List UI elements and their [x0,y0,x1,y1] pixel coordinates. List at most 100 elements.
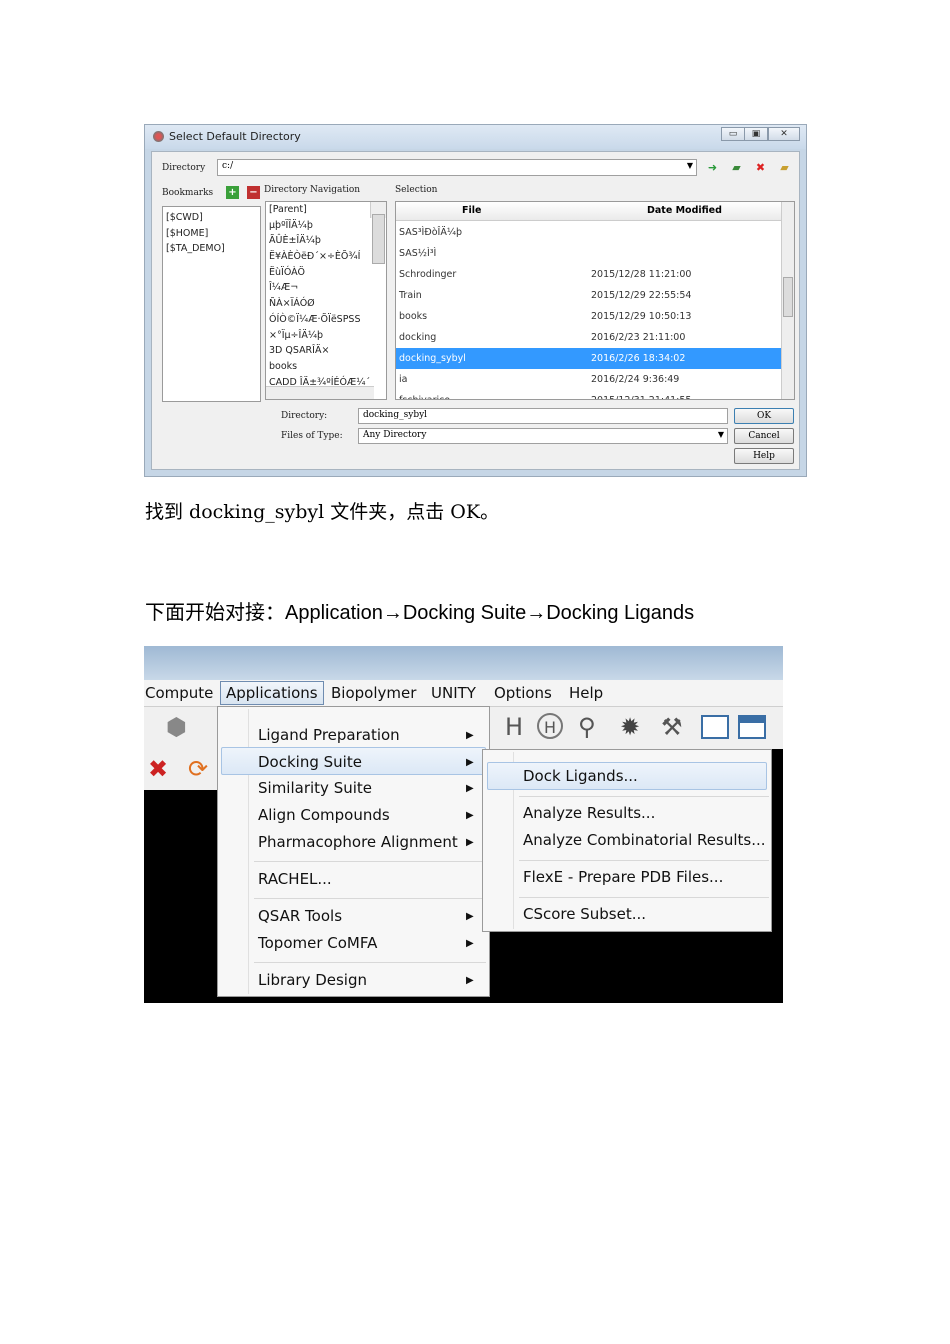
dirnav-item[interactable]: µþºÏÎÄ¼þ [266,218,386,234]
menu-item-flexe-prepare[interactable]: FlexE - Prepare PDB Files... [523,868,723,886]
new-folder-icon[interactable]: ▰ [730,161,743,174]
chevron-down-icon[interactable]: ▼ [687,161,693,170]
table-row[interactable]: docking 2016/2/23 21:11:00 [396,327,782,348]
refresh-icon[interactable]: ⟳ [188,755,208,783]
cancel-button[interactable]: Cancel [734,428,794,444]
table-header: File Date Modified [396,202,782,221]
menu-item-docking-suite[interactable]: Docking Suite [258,753,362,771]
menu-item-rachel[interactable]: RACHEL... [258,870,332,888]
dialog-title: Select Default Directory [169,130,301,143]
cube-icon[interactable]: ⬢ [166,713,187,741]
app-icon [153,131,164,142]
submenu-arrow-icon: ▶ [466,837,474,848]
add-bookmark-icon[interactable]: + [226,186,239,199]
menu-item-ligand-preparation[interactable]: Ligand Preparation [258,726,400,744]
directory-path-combo[interactable]: c:/ ▼ [217,159,697,176]
dirnav-item[interactable]: ÃÛÈ±ÎÄ¼þ [266,233,386,249]
dirnav-item[interactable]: ÑÀ×ÏÁÓØ [266,296,386,312]
menu-separator [254,861,486,862]
delete-icon[interactable]: ✖ [754,161,767,174]
files-of-type-value: Any Directory [363,430,427,440]
menu-separator [254,962,486,963]
table-row[interactable]: Schrodinger 2015/12/28 11:21:00 [396,264,782,285]
menu-unity[interactable]: UNITY [431,684,476,702]
menu-item-cscore-subset[interactable]: CScore Subset... [523,905,646,923]
close-icon[interactable]: ✕ [768,127,800,141]
menu-item-analyze-results[interactable]: Analyze Results... [523,804,655,822]
window-check-icon[interactable] [701,715,729,739]
dirnav-item[interactable]: Ë¥ÀÈÒëÐ´×÷ÈÕ¾Í [266,249,386,265]
column-header-file[interactable]: File [462,205,481,216]
chevron-down-icon[interactable]: ▼ [718,430,724,439]
files-of-type-select[interactable]: Any Directory ▼ [358,428,728,444]
column-header-date[interactable]: Date Modified [647,205,722,216]
selection-label: Selection [395,185,438,195]
instruction-line-1: 找到 docking_sybyl 文件夹，点击 OK。 [145,501,500,523]
scrollbar-thumb[interactable] [783,277,793,317]
back-arrow-icon[interactable]: ➜ [706,161,719,174]
table-row-selected[interactable]: docking_sybyl 2016/2/26 18:34:02 [396,348,782,369]
bond-icon[interactable]: ⚲ [578,713,596,741]
bookmark-item[interactable]: [$HOME] [163,226,260,242]
menu-item-pharmacophore-alignment[interactable]: Pharmacophore Alignment [258,833,458,851]
sybyl-menu-screenshot: Compute Applications Biopolymer UNITY Op… [144,646,783,1003]
directory-name-input[interactable]: docking_sybyl [358,408,728,424]
table-row[interactable]: ia 2016/2/24 9:36:49 [396,369,782,390]
toolbar-row-2: ✖ ⟳ [144,749,224,790]
directory-navigation-list: [Parent] µþºÏÎÄ¼þ ÃÛÈ±ÎÄ¼þ Ë¥ÀÈÒëÐ´×÷ÈÕ¾… [265,201,387,400]
bookmark-item[interactable]: [$CWD] [163,210,260,226]
menu-compute[interactable]: Compute [145,684,213,702]
menu-separator [519,796,769,797]
menu-item-align-compounds[interactable]: Align Compounds [258,806,390,824]
menu-biopolymer[interactable]: Biopolymer [331,684,416,702]
menu-help[interactable]: Help [569,684,603,702]
submenu-arrow-icon: ▶ [466,975,474,986]
table-view-icon[interactable] [738,715,766,739]
bookmark-item[interactable]: [$TA_DEMO] [163,241,260,257]
close-molecule-icon[interactable]: ✖ [148,755,168,783]
menu-item-library-design[interactable]: Library Design [258,971,367,989]
scrollbar-thumb[interactable] [372,214,385,264]
dirnav-item[interactable]: ËùÏÓÀÖ [266,265,386,281]
table-row[interactable]: SAS½Ì³Ì [396,243,782,264]
directory-field-label: Directory: [281,411,328,421]
hydrogen-icon[interactable]: H [505,713,523,741]
dirnav-hscrollbar[interactable] [266,386,374,399]
dirnav-item[interactable]: books [266,359,386,375]
ok-button[interactable]: OK [734,408,794,424]
remove-bookmark-icon[interactable]: − [247,186,260,199]
help-button[interactable]: Help [734,448,794,464]
instruction-line-2-cn: 下面开始对接： [145,600,285,624]
menu-item-similarity-suite[interactable]: Similarity Suite [258,779,372,797]
selection-scrollbar[interactable] [781,202,794,399]
window-title-area [144,646,783,680]
submenu-arrow-icon: ▶ [466,938,474,949]
menu-item-analyze-combinatorial-results[interactable]: Analyze Combinatorial Results... [523,831,766,849]
tool-icon[interactable]: ⚒ [661,713,683,741]
minimize-icon[interactable]: ▭ [721,127,745,141]
table-row[interactable]: books 2015/12/29 10:50:13 [396,306,782,327]
dirnav-item[interactable]: 3D QSARÎÄ× [266,343,386,359]
table-row[interactable]: SAS³ÌÐòÎÄ¼þ [396,222,782,243]
dirnav-item[interactable]: ÓÍÒ©Ï¼Æ·ÕÏëSPSS [266,312,386,328]
bookmarks-label: Bookmarks [162,188,214,198]
menu-applications[interactable]: Applications [220,681,324,705]
folder-icon[interactable]: ▰ [778,161,791,174]
hydrogen-circle-icon[interactable]: H [537,713,563,739]
dirnav-item[interactable]: ×°Ïµ÷ÎÄ¼þ [266,328,386,344]
bookmarks-list: [$CWD] [$HOME] [$TA_DEMO] [162,206,261,402]
maximize-icon[interactable]: ▣ [744,127,768,141]
dirnav-item[interactable]: Î¼Æ¬ [266,280,386,296]
menu-item-dock-ligands[interactable]: Dock Ligands... [523,767,638,785]
table-row[interactable]: Train 2015/12/29 22:55:54 [396,285,782,306]
directory-navigation-label: Directory Navigation [264,185,361,195]
menu-item-qsar-tools[interactable]: QSAR Tools [258,907,342,925]
instruction-line-2-en: Application→Docking Suite→Docking Ligand… [285,602,695,624]
table-row[interactable]: fschivarico2015/12/31 21:41:55 [396,390,782,399]
dirnav-item[interactable]: [Parent] [266,202,386,218]
submenu-arrow-icon: ▶ [466,810,474,821]
molecule-icon[interactable]: ✹ [620,713,640,741]
dirnav-scrollbar[interactable] [370,202,386,264]
menu-item-topomer-comfa[interactable]: Topomer CoMFA [258,934,377,952]
menu-options[interactable]: Options [494,684,552,702]
